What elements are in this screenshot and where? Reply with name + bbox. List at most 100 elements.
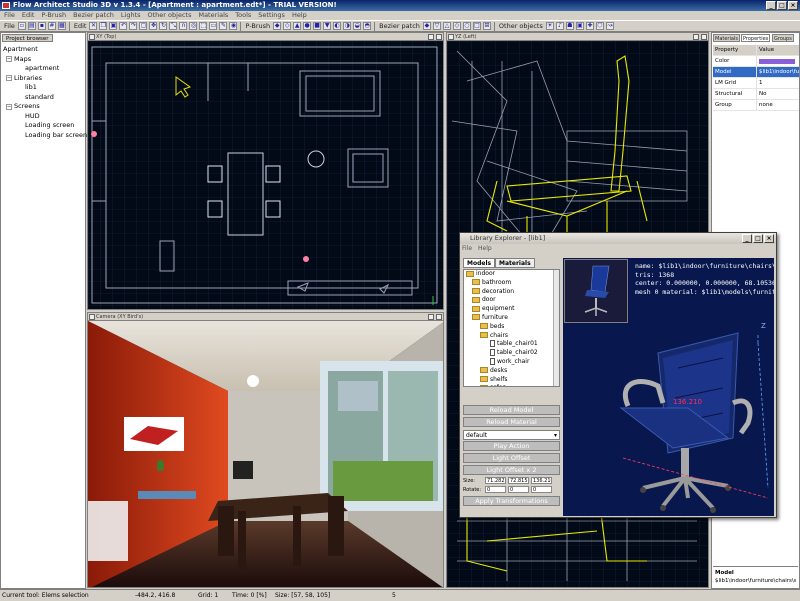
marker-icon[interactable]: ✚ [585, 22, 594, 30]
rotate-y-input[interactable]: 0 [508, 486, 529, 493]
view-icon[interactable]: ◉ [229, 22, 238, 30]
target-icon[interactable]: ◎ [189, 22, 198, 30]
tree-indoor[interactable]: indoor [466, 270, 559, 279]
menu-materials[interactable]: Materials [198, 11, 228, 20]
close-button[interactable]: × [788, 1, 798, 10]
scale-icon[interactable]: ⤡ [169, 22, 178, 30]
open-icon[interactable]: ▤ [27, 22, 36, 30]
menu-file[interactable]: File [4, 11, 15, 20]
grid-icon[interactable]: # [47, 22, 56, 30]
menu-other-objects[interactable]: Other objects [148, 11, 192, 20]
redo-icon[interactable]: ↷ [129, 22, 138, 30]
brush6-icon[interactable]: ▼ [323, 22, 332, 30]
animation-select[interactable]: default [463, 430, 560, 440]
toolbar-other-objects[interactable]: Other objects [497, 21, 545, 31]
sound-icon[interactable]: ♪ [555, 22, 564, 30]
color-swatch[interactable] [759, 59, 795, 64]
tree-item-libraries[interactable]: − Libraries [3, 74, 87, 84]
tree-shelfs[interactable]: shelfs [466, 376, 559, 385]
light-offset-x2-button[interactable]: Light Offset x 2 [463, 465, 560, 475]
tree-decoration[interactable]: decoration [466, 288, 559, 297]
brush1-icon[interactable]: ◆ [273, 22, 282, 30]
collapse-icon[interactable]: − [6, 75, 12, 82]
tree-item-map-apartment[interactable]: apartment [3, 64, 87, 74]
bezier2-icon[interactable]: ▽ [432, 22, 441, 30]
tree-table-chair02[interactable]: table_chair02 [466, 349, 559, 358]
tree-furniture[interactable]: furniture [466, 314, 559, 323]
path-icon[interactable]: ↝ [605, 22, 614, 30]
tree-item-loading-screen[interactable]: Loading screen [3, 121, 87, 131]
tree-item-maps[interactable]: − Maps [3, 55, 87, 65]
tree-work-chair[interactable]: work_chair [466, 357, 559, 367]
select-icon[interactable]: ▢ [139, 22, 148, 30]
apply-transformations-button[interactable]: Apply Transformations [463, 496, 560, 506]
brush7-icon[interactable]: ◐ [333, 22, 342, 30]
menu-pbrush[interactable]: P-Brush [41, 11, 66, 20]
property-row-color[interactable]: Color [713, 56, 799, 67]
lib-menu-help[interactable]: Help [478, 245, 492, 252]
tab-lib-materials[interactable]: Materials [495, 258, 535, 268]
toolbar-edit[interactable]: Edit [72, 21, 89, 31]
tree-beds[interactable]: beds [466, 323, 559, 332]
property-row-model[interactable]: Model $lib1\indoor\fu [713, 67, 799, 78]
property-row-group[interactable]: Group none [713, 100, 799, 111]
tab-models[interactable]: Models [463, 258, 496, 268]
library-title-bar[interactable]: Library Explorer - [lib1] _ □ × [460, 233, 776, 244]
menu-tools[interactable]: Tools [235, 11, 251, 20]
property-row-lm-grid[interactable]: LM Grid 1 [713, 78, 799, 89]
menu-help[interactable]: Help [292, 11, 307, 20]
magnet-icon[interactable]: ∩ [179, 22, 188, 30]
tab-project-browser[interactable]: Project browser [2, 34, 53, 42]
brush2-icon[interactable]: ◇ [283, 22, 292, 30]
group-icon[interactable]: ⬚ [199, 22, 208, 30]
viewport-top[interactable]: XY (Top) [87, 32, 444, 310]
maximize-button[interactable]: □ [777, 1, 787, 10]
brush4-icon[interactable]: ● [303, 22, 312, 30]
brush3-icon[interactable]: ▲ [293, 22, 302, 30]
bezier6-icon[interactable]: □ [472, 22, 481, 30]
rotate-x-input[interactable]: 0 [485, 486, 506, 493]
tree-item-standard[interactable]: standard [3, 93, 87, 103]
camera-icon[interactable]: ▣ [575, 22, 584, 30]
menu-lights[interactable]: Lights [121, 11, 141, 20]
reload-material-button[interactable]: Reload Material [463, 417, 560, 427]
new-icon[interactable]: ▫ [17, 22, 26, 30]
rotate-icon[interactable]: ↻ [159, 22, 168, 30]
lib-maximize-button[interactable]: □ [753, 234, 763, 243]
tree-item-screens[interactable]: − Screens [3, 102, 87, 112]
menu-edit[interactable]: Edit [22, 11, 35, 20]
edit-icon[interactable]: ✎ [219, 22, 228, 30]
play-action-button[interactable]: Play Action [463, 441, 560, 451]
tab-groups[interactable]: Groups [772, 34, 794, 42]
toolbar-pbrush[interactable]: P-Brush [243, 21, 272, 31]
menu-bezier-patch[interactable]: Bezier patch [73, 11, 114, 20]
light-offset-button[interactable]: Light Offset [463, 453, 560, 463]
tab-properties[interactable]: Properties [741, 34, 771, 42]
brush9-icon[interactable]: ◒ [353, 22, 362, 30]
save-icon[interactable]: ▪ [37, 22, 46, 30]
bezier4-icon[interactable]: ◇ [452, 22, 461, 30]
paste-icon[interactable]: ▣ [109, 22, 118, 30]
viewport-camera[interactable]: Camera (XY Bird's) [87, 312, 444, 588]
minimize-button[interactable]: _ [766, 1, 776, 10]
tree-scrollbar[interactable] [553, 270, 559, 386]
layout-icon[interactable]: ▦ [57, 22, 66, 30]
bezier3-icon[interactable]: △ [442, 22, 451, 30]
lib-close-button[interactable]: × [764, 234, 774, 243]
tree-item-hud[interactable]: HUD [3, 112, 87, 122]
model-preview[interactable]: name: $lib1\indoor\furniture\chairs\work… [563, 258, 774, 516]
tree-bathroom[interactable]: bathroom [466, 279, 559, 288]
tree-table-chair01[interactable]: table_chair01 [466, 340, 559, 349]
brush10-icon[interactable]: ◓ [363, 22, 372, 30]
rotate-z-input[interactable]: 0 [531, 486, 552, 493]
property-row-structural[interactable]: Structural No [713, 89, 799, 100]
size-z-input[interactable]: 136.210 [531, 477, 552, 484]
entity-icon[interactable]: ☗ [565, 22, 574, 30]
bezier1-icon[interactable]: ◆ [422, 22, 431, 30]
toolbar-file[interactable]: File [2, 21, 17, 31]
tree-sofas[interactable]: sofas [466, 384, 559, 386]
tree-door[interactable]: door [466, 296, 559, 305]
tree-item-lib1[interactable]: lib1 [3, 83, 87, 93]
tree-item-loading-bar-screen[interactable]: Loading bar screen [3, 131, 87, 141]
box-icon[interactable]: ▭ [209, 22, 218, 30]
